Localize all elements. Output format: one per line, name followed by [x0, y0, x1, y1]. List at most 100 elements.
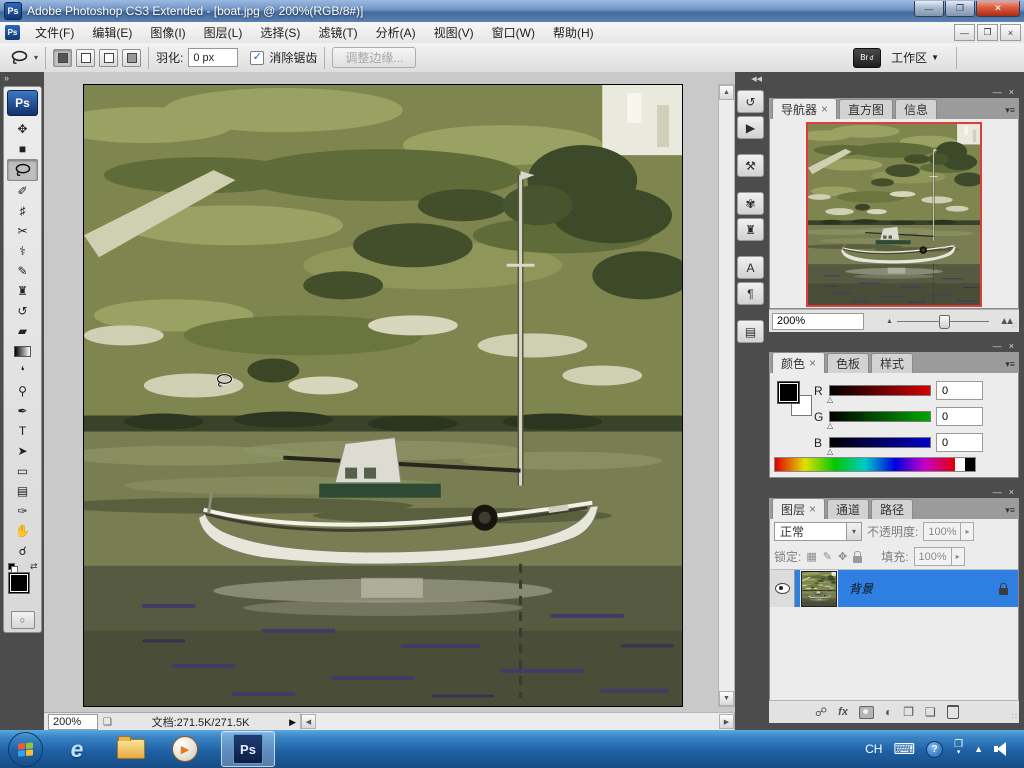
black-chip[interactable] [965, 458, 975, 471]
slider-thumb[interactable] [939, 314, 951, 329]
tool-crop[interactable]: ♯ [8, 201, 37, 221]
tool-presets-panel-button[interactable]: ⚒ [737, 154, 764, 177]
menu-analysis[interactable]: 分析(A) [367, 22, 425, 43]
selection-mode-add-button[interactable] [76, 48, 96, 67]
tool-slice[interactable]: ✂ [8, 221, 37, 241]
scroll-right-icon[interactable]: ▶ [719, 714, 734, 729]
taskbar-file-explorer[interactable] [111, 732, 151, 766]
tool-eraser[interactable]: ▰ [8, 321, 37, 341]
start-button[interactable] [8, 731, 43, 767]
lock-transparency-icon[interactable]: ▦ [806, 550, 816, 563]
page-setup-icon[interactable]: ❏ [103, 717, 112, 728]
lock-paint-icon[interactable]: ✎ [823, 550, 832, 563]
swap-colors-icon[interactable]: ⇄ [30, 561, 38, 572]
panel-menu-icon[interactable]: ▾≡ [1005, 505, 1015, 516]
tool-move[interactable]: ✥ [8, 119, 37, 139]
layer-thumbnail[interactable] [801, 571, 837, 607]
menu-view[interactable]: 视图(V) [425, 22, 483, 43]
panel-menu-icon[interactable]: ▾≡ [1005, 359, 1015, 370]
menu-help[interactable]: 帮助(H) [544, 22, 603, 43]
tool-notes[interactable]: ▤ [8, 481, 37, 501]
tray-window-icon[interactable]: ❐ ▾ [954, 740, 963, 757]
white-chip[interactable] [955, 458, 965, 471]
horizontal-scrollbar[interactable]: ◀ ▶ [300, 712, 735, 732]
antialias-checkbox[interactable]: ✓ [250, 50, 265, 65]
workspace-dropdown[interactable]: 工作区 ▼ [891, 49, 939, 66]
navigator-zoom-slider[interactable] [896, 314, 990, 329]
status-zoom-input[interactable]: 200% [48, 714, 98, 730]
tool-clone-stamp[interactable]: ♜ [8, 281, 37, 301]
tool-dodge[interactable]: ⚲ [8, 381, 37, 401]
quick-mask-button[interactable]: ○ [10, 611, 35, 629]
slider-marker-icon[interactable]: △ [827, 395, 833, 404]
menu-window[interactable]: 窗口(W) [483, 22, 544, 43]
paragraph-panel-button[interactable]: ¶ [737, 282, 764, 305]
window-close-button[interactable]: ✕ [976, 1, 1020, 17]
taskbar-media-player[interactable]: ▶ [165, 732, 205, 766]
menu-filter[interactable]: 滤镜(T) [309, 22, 366, 43]
tool-brush[interactable]: ✎ [8, 261, 37, 281]
toolbox-collapse-handle[interactable]: » [0, 72, 44, 85]
tab-styles[interactable]: 样式 [871, 353, 914, 373]
tab-channels[interactable]: 通道 [827, 499, 870, 519]
panel-close-icon[interactable]: × [1009, 87, 1014, 97]
dock-expand-handle[interactable]: ◀◀ [735, 72, 766, 87]
tool-rectangular-marquee[interactable]: ■ [8, 139, 37, 159]
language-indicator[interactable]: CH [865, 742, 882, 756]
slider-marker-icon[interactable]: △ [827, 447, 833, 456]
show-hidden-icons[interactable]: ▲ [974, 744, 983, 754]
layer-style-icon[interactable]: fx [838, 706, 848, 718]
feather-input[interactable]: 0 px [188, 48, 239, 67]
status-expand-icon[interactable]: ▶ [289, 717, 296, 728]
menu-image[interactable]: 图像(I) [141, 22, 194, 43]
tool-hand[interactable]: ✋ [8, 521, 37, 541]
green-slider[interactable]: △ [827, 411, 931, 430]
spinner-icon[interactable]: ▸ [950, 548, 964, 565]
history-panel-button[interactable]: ↺ [737, 90, 764, 113]
taskbar-photoshop-active[interactable]: Ps [221, 731, 275, 767]
tab-layers[interactable]: 图层 × [772, 498, 826, 519]
resize-grip[interactable]: ∷ [1012, 712, 1017, 721]
foreground-color-swatch[interactable] [777, 381, 800, 404]
actions-panel-button[interactable]: ▶ [737, 116, 764, 139]
tab-info[interactable]: 信息 [895, 99, 938, 119]
tool-eyedropper[interactable]: ✑ [8, 501, 37, 521]
resize-grip[interactable]: ∷ [1012, 321, 1017, 330]
blend-mode-dropdown[interactable]: 正常 ▾ [774, 522, 862, 541]
tab-close-icon[interactable]: × [809, 502, 816, 516]
menu-edit[interactable]: 编辑(E) [83, 22, 141, 43]
panel-menu-icon[interactable]: ▾≡ [1005, 105, 1015, 116]
tool-quick-selection[interactable]: ✐ [8, 181, 37, 201]
default-colors-icon[interactable] [7, 563, 18, 573]
clone-source-panel-button[interactable]: ♜ [737, 218, 764, 241]
go-to-bridge-button[interactable]: Br ☌ [853, 47, 882, 68]
tool-gradient[interactable] [8, 341, 37, 361]
adjustment-layer-icon[interactable]: ◐ [885, 705, 892, 719]
fill-input[interactable]: 100% ▸ [913, 547, 965, 566]
tab-navigator[interactable]: 导航器 × [772, 98, 838, 119]
navigator-zoom-input[interactable]: 200% [772, 312, 864, 330]
red-value-input[interactable]: 0 [936, 381, 983, 400]
foreground-color-swatch[interactable] [7, 572, 30, 594]
selection-mode-new-button[interactable] [53, 48, 73, 67]
add-layer-mask-icon[interactable] [858, 705, 874, 719]
refine-edge-button[interactable]: 调整边缘... [332, 47, 417, 68]
blue-value-input[interactable]: 0 [936, 433, 983, 452]
window-minimize-button[interactable]: — [914, 1, 944, 17]
scroll-down-icon[interactable]: ▼ [719, 691, 734, 706]
document-minimize-button[interactable]: — [954, 24, 975, 41]
scroll-up-icon[interactable]: ▲ [719, 85, 734, 100]
layer-name[interactable]: 背景 [849, 570, 999, 607]
tab-paths[interactable]: 路径 [871, 499, 914, 519]
help-icon[interactable]: ? [926, 740, 944, 758]
keyboard-icon[interactable]: ⌨ [893, 740, 915, 758]
tool-lasso[interactable] [7, 159, 38, 181]
red-slider[interactable]: △ [827, 385, 931, 404]
panel-minimize-icon[interactable]: — [993, 87, 1002, 97]
lock-all-icon[interactable] [853, 550, 863, 563]
link-layers-icon[interactable]: ☍ [815, 705, 827, 719]
scroll-left-icon[interactable]: ◀ [301, 714, 316, 729]
character-panel-button[interactable]: A [737, 256, 764, 279]
new-layer-icon[interactable]: ❏ [925, 705, 936, 719]
tab-close-icon[interactable]: × [821, 102, 828, 116]
